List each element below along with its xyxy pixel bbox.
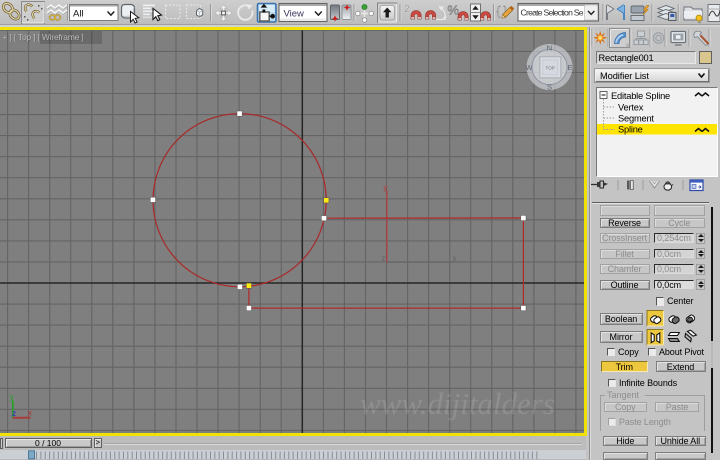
svg-text:z: z [382, 254, 386, 263]
svg-text:y: y [10, 392, 15, 402]
svg-text:All: All [73, 9, 84, 20]
svg-text:y: y [384, 183, 388, 192]
svg-text:E: E [567, 63, 572, 72]
svg-text:W: W [525, 63, 533, 72]
svg-text:TOP: TOP [546, 66, 555, 71]
svg-text:Editable Spline: Editable Spline [611, 91, 670, 101]
svg-text:N: N [547, 44, 552, 53]
svg-text:Create Selection Se: Create Selection Se [521, 8, 584, 18]
svg-text:%: % [448, 3, 460, 18]
svg-text:S: S [547, 83, 552, 92]
svg-text:z: z [12, 408, 16, 418]
svg-text:Spline: Spline [618, 124, 643, 134]
svg-text:a: a [626, 43, 629, 49]
svg-text:ABC: ABC [498, 19, 509, 25]
svg-text:2: 2 [404, 4, 410, 15]
svg-text:Segment: Segment [618, 113, 654, 123]
svg-text:x: x [453, 254, 457, 263]
svg-text:Vertex: Vertex [618, 102, 644, 112]
svg-text:View: View [284, 9, 305, 20]
